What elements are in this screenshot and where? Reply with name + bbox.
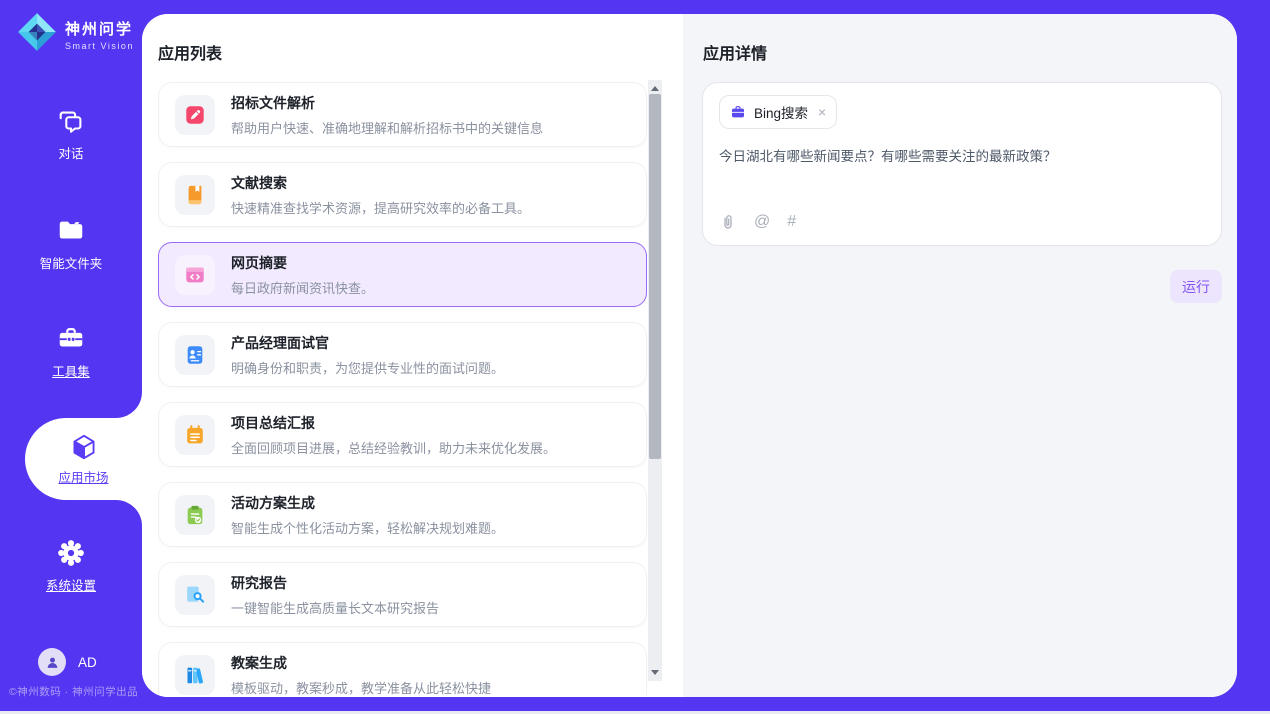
app-list-title: 应用列表: [158, 40, 222, 64]
app-card-text: 网页摘要每日政府新闻资讯快查。: [231, 253, 374, 297]
app-card-text: 文献搜索快速精准查找学术资源，提高研究效率的必备工具。: [231, 173, 530, 217]
app-detail-title: 应用详情: [703, 40, 767, 64]
diamond-logo-icon: [16, 11, 58, 58]
book-icon: [175, 175, 215, 215]
app-card-description: 明确身份和职责，为您提供专业性的面试问题。: [231, 358, 504, 377]
app-card-description: 全面回顾项目进展，总结经验教训，助力未来优化发展。: [231, 438, 556, 457]
app-list-panel: 应用列表 招标文件解析帮助用户快速、准确地理解和解析招标书中的关键信息文献搜索快…: [142, 14, 683, 697]
edit-doc-icon: [175, 95, 215, 135]
chat-icon: [56, 106, 86, 136]
app-card-clipboard[interactable]: 活动方案生成智能生成个性化活动方案，轻松解决规划难题。: [158, 482, 647, 547]
attachment-icon[interactable]: [719, 213, 737, 231]
app-card-title: 活动方案生成: [231, 493, 504, 513]
app-card-title: 网页摘要: [231, 253, 374, 273]
app-card-list: 招标文件解析帮助用户快速、准确地理解和解析招标书中的关键信息文献搜索快速精准查找…: [158, 82, 647, 695]
app-card-book[interactable]: 文献搜索快速精准查找学术资源，提高研究效率的必备工具。: [158, 162, 647, 227]
scrollbar[interactable]: [648, 80, 662, 681]
app-card-title: 文献搜索: [231, 173, 530, 193]
sidebar-item-label: 工具集: [52, 361, 90, 380]
avatar: [38, 648, 66, 676]
user-profile[interactable]: AD: [38, 648, 97, 676]
active-curve-bottom: [116, 500, 142, 526]
scroll-down-icon[interactable]: [651, 670, 659, 675]
scrollbar-thumb[interactable]: [649, 94, 661, 459]
brand-subtitle: Smart Vision: [65, 41, 134, 51]
app-card-title: 教案生成: [231, 653, 491, 673]
folder-icon: [56, 216, 86, 246]
app-detail-panel: 应用详情 Bing搜索 × 今日湖北有哪些新闻要点？有哪些需要关注的最新政策？ …: [683, 14, 1237, 697]
app-card-text: 研究报告一键智能生成高质量长文本研究报告: [231, 573, 439, 617]
browser-icon: [175, 255, 215, 295]
app-card-text: 活动方案生成智能生成个性化活动方案，轻松解决规划难题。: [231, 493, 504, 537]
app-card-books[interactable]: 教案生成模板驱动，教案秒成，教学准备从此轻松快捷: [158, 642, 647, 695]
sidebar-item-toolbox[interactable]: 工具集: [0, 324, 142, 380]
app-card-text: 项目总结汇报全面回顾项目进展，总结经验教训，助力未来优化发展。: [231, 413, 556, 457]
clipboard-icon: [175, 495, 215, 535]
research-icon: [175, 575, 215, 615]
app-card-title: 项目总结汇报: [231, 413, 556, 433]
sidebar: 神州问学 Smart Vision 对话智能文件夹工具集应用市场系统设置 AD …: [0, 0, 142, 714]
tool-tag-label: Bing搜索: [754, 102, 808, 122]
main-content: 应用列表 招标文件解析帮助用户快速、准确地理解和解析招标书中的关键信息文献搜索快…: [142, 14, 1237, 697]
toolbox-icon: [56, 324, 86, 354]
app-card-interviewer[interactable]: 产品经理面试官明确身份和职责，为您提供专业性的面试问题。: [158, 322, 647, 387]
sidebar-item-label: 对话: [58, 143, 83, 162]
prompt-card[interactable]: Bing搜索 × 今日湖北有哪些新闻要点？有哪些需要关注的最新政策？ @ #: [702, 82, 1222, 246]
app-card-description: 智能生成个性化活动方案，轻松解决规划难题。: [231, 518, 504, 537]
app-card-text: 教案生成模板驱动，教案秒成，教学准备从此轻松快捷: [231, 653, 491, 696]
app-card-description: 快速精准查找学术资源，提高研究效率的必备工具。: [231, 198, 530, 217]
user-name: AD: [78, 655, 97, 670]
brand-name: 神州问学: [65, 18, 134, 39]
report-icon: [175, 415, 215, 455]
app-card-description: 每日政府新闻资讯快查。: [231, 278, 374, 297]
prompt-input[interactable]: 今日湖北有哪些新闻要点？有哪些需要关注的最新政策？: [719, 147, 1057, 167]
composer-toolbar: @ #: [719, 213, 796, 231]
app-card-text: 产品经理面试官明确身份和职责，为您提供专业性的面试问题。: [231, 333, 504, 377]
active-curve-top: [116, 392, 142, 418]
remove-tool-icon[interactable]: ×: [818, 105, 826, 119]
cube-icon: [69, 432, 99, 462]
app-card-research[interactable]: 研究报告一键智能生成高质量长文本研究报告: [158, 562, 647, 627]
app-card-report[interactable]: 项目总结汇报全面回顾项目进展，总结经验教训，助力未来优化发展。: [158, 402, 647, 467]
mention-icon[interactable]: @: [754, 214, 770, 230]
app-card-text: 招标文件解析帮助用户快速、准确地理解和解析招标书中的关键信息: [231, 93, 543, 137]
tool-tag-bing-search[interactable]: Bing搜索 ×: [719, 95, 837, 129]
sidebar-item-chat[interactable]: 对话: [0, 106, 142, 162]
books-icon: [175, 655, 215, 695]
sidebar-item-label: 系统设置: [46, 575, 96, 594]
interviewer-icon: [175, 335, 215, 375]
sidebar-item-gear[interactable]: 系统设置: [0, 538, 142, 594]
hash-icon[interactable]: #: [787, 214, 796, 230]
app-card-description: 一键智能生成高质量长文本研究报告: [231, 598, 439, 617]
app-card-title: 产品经理面试官: [231, 333, 504, 353]
sidebar-item-label: 智能文件夹: [40, 253, 103, 272]
app-card-description: 帮助用户快速、准确地理解和解析招标书中的关键信息: [231, 118, 543, 137]
scroll-up-icon[interactable]: [651, 86, 659, 91]
app-card-title: 研究报告: [231, 573, 439, 593]
brand: 神州问学 Smart Vision: [16, 11, 134, 58]
app-card-edit-doc[interactable]: 招标文件解析帮助用户快速、准确地理解和解析招标书中的关键信息: [158, 82, 647, 147]
person-icon: [44, 654, 61, 671]
sidebar-item-folder[interactable]: 智能文件夹: [0, 216, 142, 272]
sidebar-item-cube[interactable]: 应用市场: [25, 418, 142, 500]
copyright-footer: ©神州数码 · 神州问学出品: [9, 684, 138, 699]
app-card-browser[interactable]: 网页摘要每日政府新闻资讯快查。: [158, 242, 647, 307]
app-card-title: 招标文件解析: [231, 93, 543, 113]
app-card-description: 模板驱动，教案秒成，教学准备从此轻松快捷: [231, 678, 491, 696]
gear-icon: [56, 538, 86, 568]
sidebar-item-label: 应用市场: [58, 467, 108, 486]
briefcase-icon: [730, 104, 746, 120]
run-button[interactable]: 运行: [1170, 270, 1222, 303]
